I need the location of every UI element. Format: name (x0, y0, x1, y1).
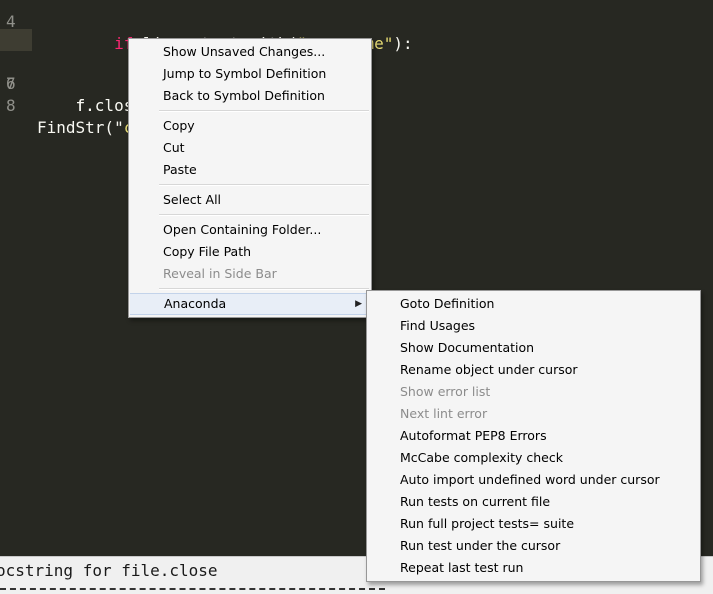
menu-item-auto-import[interactable]: Auto import undefined word under cursor (367, 469, 700, 491)
menu-item-anaconda[interactable]: Anaconda ▶ (130, 293, 370, 315)
line-number: 8 (6, 96, 16, 115)
menu-item-goto-definition[interactable]: Goto Definition (367, 293, 700, 315)
menu-separator (159, 288, 369, 290)
submenu-arrow-icon: ▶ (355, 299, 362, 309)
menu-item-run-full-project-tests[interactable]: Run full project tests= suite (367, 513, 700, 535)
menu-item-show-error-list: Show error list (400, 384, 491, 399)
menu-item-back-to-symbol-definition[interactable]: Back to Symbol Definition (129, 85, 371, 107)
context-menu: Show Unsaved Changes... Jump to Symbol D… (128, 38, 372, 318)
menu-item-jump-to-symbol-definition[interactable]: Jump to Symbol Definition (129, 63, 371, 85)
code-text: FindStr("c (37, 118, 133, 137)
menu-item-autoformat-pep8[interactable]: Autoformat PEP8 Errors (367, 425, 700, 447)
code-text: f. (37, 96, 95, 115)
menu-item-copy-file-path[interactable]: Copy File Path (129, 241, 371, 263)
menu-item-select-all[interactable]: Select All (129, 189, 371, 211)
menu-item-open-containing-folder[interactable]: Open Containing Folder... (129, 219, 371, 241)
menu-item-run-test-under-cursor[interactable]: Run test under the cursor (367, 535, 700, 557)
menu-separator (159, 110, 369, 112)
docstring-text: ocstring for file.close (0, 561, 218, 580)
current-line-highlight (0, 29, 32, 51)
menu-item-repeat-last-test-run[interactable]: Repeat last test run (367, 557, 700, 579)
menu-separator (159, 214, 369, 216)
menu-item-run-tests-current-file[interactable]: Run tests on current file (367, 491, 700, 513)
menu-separator (159, 184, 369, 186)
menu-item-find-usages[interactable]: Find Usages (367, 315, 700, 337)
menu-item-cut[interactable]: Cut (129, 137, 371, 159)
menu-item-paste[interactable]: Paste (129, 159, 371, 181)
menu-item-show-unsaved-changes[interactable]: Show Unsaved Changes... (129, 41, 371, 63)
menu-item-rename-object[interactable]: Rename object under cursor (367, 359, 700, 381)
menu-item-reveal-in-side-bar: Reveal in Side Bar (163, 266, 277, 281)
menu-item-label: Anaconda (164, 296, 227, 311)
anaconda-submenu: Goto Definition Find Usages Show Documen… (366, 290, 701, 582)
menu-item-mccabe-check[interactable]: McCabe complexity check (367, 447, 700, 469)
divider-rule (0, 588, 385, 590)
menu-item-next-lint-error: Next lint error (400, 406, 488, 421)
code-line-5[interactable]: 5 print line (0, 7, 713, 71)
menu-item-show-documentation[interactable]: Show Documentation (367, 337, 700, 359)
menu-item-copy[interactable]: Copy (129, 115, 371, 137)
